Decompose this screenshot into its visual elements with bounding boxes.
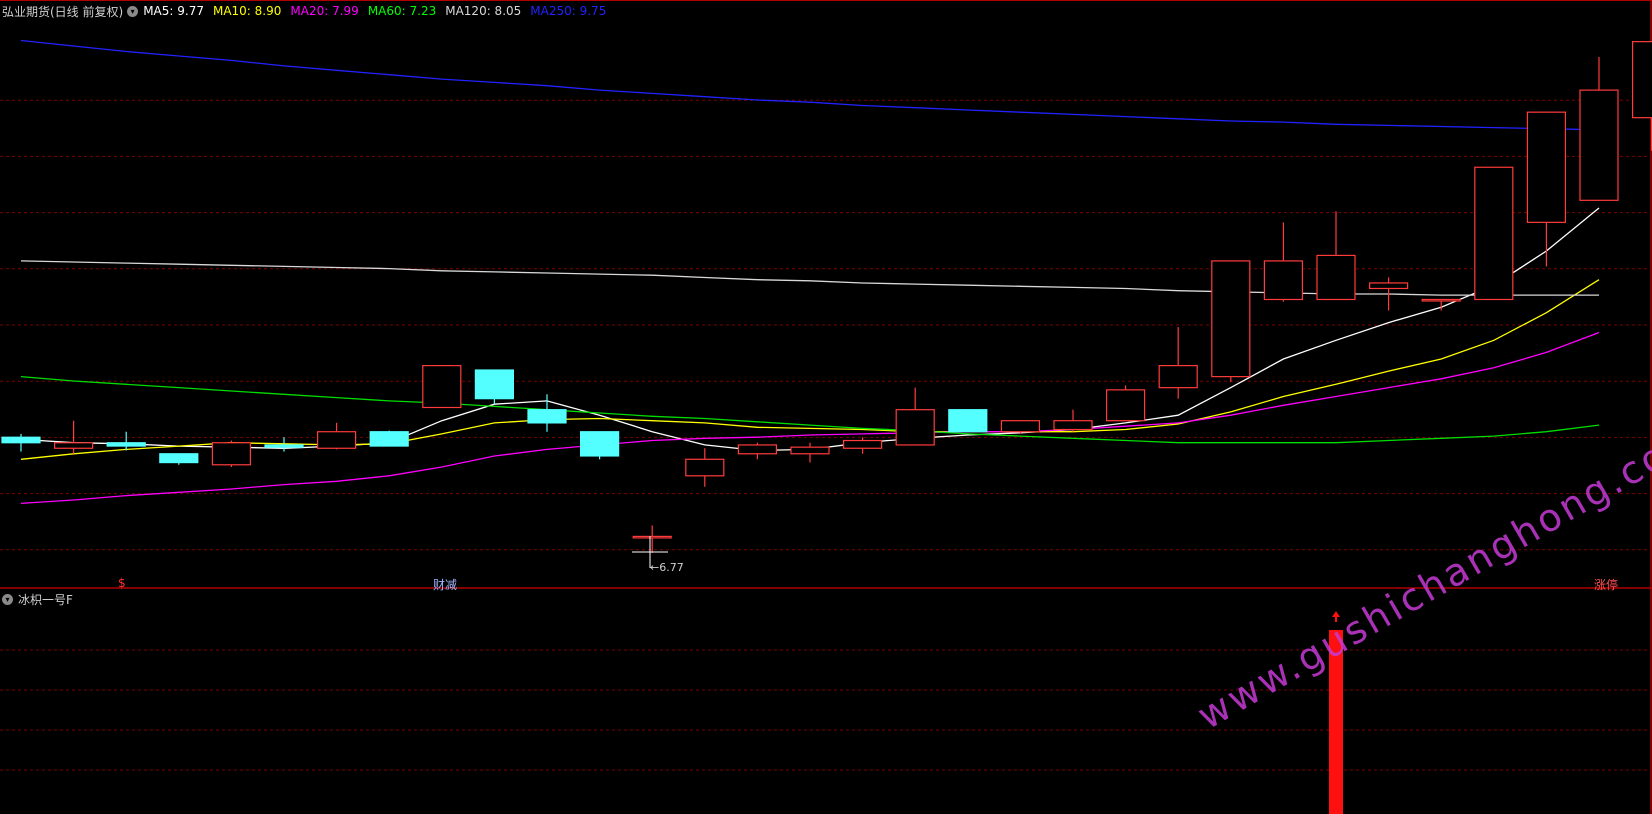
ma-legend-ma120: MA120: 8.05 [445,4,522,18]
candle-down [106,442,146,447]
candle-up [1158,365,1198,389]
candle-up [1474,166,1514,301]
ma-line-ma20 [20,331,1600,505]
candle-up [422,365,462,409]
candle-down [159,453,199,464]
mark-right: 涨停 [1594,578,1619,592]
ma-line-ma10 [20,279,1600,460]
ma-legend-ma20: MA20: 7.99 [290,4,359,18]
candle-up [1526,111,1567,223]
chart-canvas: ←11.44←6.77 [0,0,1652,814]
candle-up [737,444,778,455]
ma-legend-ma10: MA10: 8.90 [212,4,282,18]
candle-down [369,431,409,447]
ma-line-ma250 [20,39,1600,131]
ma-line-ma5 [20,207,1600,452]
candle-up [211,442,251,466]
sub-indicator-name: 冰枳一号F [18,592,73,607]
candle-up [790,446,830,455]
candle-up [1421,298,1461,302]
candle-down [264,444,304,448]
candle-up [317,431,357,449]
ma-legend-ma250: MA250: 9.75 [530,4,607,18]
ma-line-ma120 [20,260,1599,296]
ma-line-ma60 [20,375,1600,444]
candle-up [1631,41,1652,119]
low-price-label: ←6.77 [650,561,684,574]
mark-mid: 财减 [433,578,458,592]
candle-up [842,439,883,449]
candle-up [1000,420,1041,433]
candle-up [1263,260,1304,301]
candle-down [948,409,988,433]
candle-up [1579,89,1619,201]
candle-up [1316,254,1356,301]
candle-up [895,409,935,446]
candle-up [1105,389,1146,422]
candle-up [1368,282,1409,290]
security-title: 弘业期货(日线 前复权) [2,4,124,19]
sub-indicator-header: ▾ 冰枳一号F [0,589,73,609]
candle-up [53,442,94,449]
candle-up [632,535,672,539]
candle-up [1053,420,1093,431]
candle-up [1211,260,1251,378]
candle-down [527,409,567,424]
ma-legend-ma60: MA60: 7.23 [367,4,437,18]
collapse-icon[interactable]: ▾ [127,5,139,17]
candle-up [685,458,725,477]
candle-down [1,436,41,444]
candle-down [579,431,620,457]
main-chart-header: 弘业期货(日线 前复权) ▾ MA5: 9.77 MA10: 8.90 MA20: … [0,0,615,22]
candle-down [474,369,514,400]
collapse-icon[interactable]: ▾ [2,593,13,605]
ma-legend-ma5: MA5: 9.77 [143,4,204,18]
mark-left: $ [118,576,126,590]
ma-legend: MA5: 9.77 MA10: 8.90 MA20: 7.99 MA60: 7.23 M… [143,4,615,18]
